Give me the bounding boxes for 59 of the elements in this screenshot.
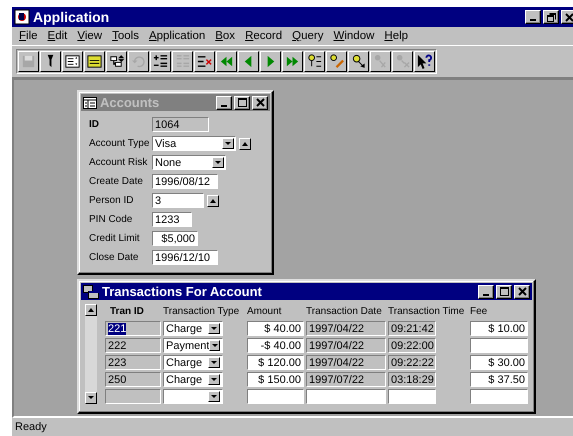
menu-item[interactable]: Edit [42,30,72,42]
dropdown-field[interactable]: None [152,155,226,170]
column-header: Transaction Time [388,305,466,319]
column-header: Tran ID [109,305,145,319]
table-cell[interactable]: -$ 40.00 [247,338,304,353]
field-label: Close Date [89,252,140,263]
field-label: Credit Limit [89,233,141,244]
dropdown-field[interactable]: Charge [163,321,223,336]
table-cell[interactable]: $ 150.00 [247,372,304,387]
menu-item[interactable]: File [14,30,43,42]
field-label: Account Risk [89,157,148,168]
field-label: Create Date [89,176,144,187]
table-cell: 03:18:29 [388,372,436,387]
field-label: PIN Code [89,214,134,225]
menu-item[interactable]: Record [240,30,288,42]
table-cell: 1997/04/22 [306,321,386,336]
dropdown-field[interactable]: Charge [163,372,223,387]
input-field[interactable]: 1996/08/12 [152,174,218,189]
table-cell: 09:22:00 [388,338,436,353]
input-field[interactable]: 3 [152,193,204,208]
field-label: ID [89,119,100,130]
window-title: Transactions For Account [102,284,263,299]
input-field[interactable]: $5,000 [152,231,198,246]
window-title: Application [33,9,110,25]
dropdown-field[interactable]: Charge [163,355,223,370]
column-header: Amount [247,305,282,319]
menu-item[interactable]: Box [210,30,240,42]
table-cell[interactable]: $ 37.50 [470,372,528,387]
menu-item[interactable]: Query [287,30,328,42]
column-header: Fee [470,305,488,319]
table-cell[interactable]: 221 [105,321,161,336]
input-field[interactable]: 1233 [152,212,192,227]
table-cell[interactable]: $ 10.00 [470,321,528,336]
menu-item[interactable]: Window [328,30,380,42]
dropdown-field[interactable]: Visa [152,136,236,151]
menu-item[interactable]: Tools [107,30,144,42]
table-cell: 09:22:22 [388,355,436,370]
table-cell: 1997/07/22 [306,372,386,387]
column-header: Transaction Type [163,305,240,319]
dropdown-field[interactable]: Payment [163,338,223,353]
table-cell: 1997/04/22 [306,355,386,370]
table-cell[interactable]: 222 [105,338,161,353]
table-cell: 09:21:42 [388,321,436,336]
menu-item[interactable]: View [72,30,108,42]
status-text: Ready [15,421,47,433]
field-label: Account Type [89,138,150,149]
id-field: 1064 [152,117,209,132]
window-title: Accounts [100,95,160,110]
table-cell[interactable]: $ 120.00 [247,355,304,370]
menu-item[interactable]: Application [144,30,210,42]
table-cell: 1997/04/22 [306,338,386,353]
column-header: Transaction Date [306,305,383,319]
menu-item[interactable]: Help [379,30,414,42]
field-label: Person ID [89,195,134,206]
table-cell[interactable]: $ 30.00 [470,355,528,370]
table-cell[interactable]: $ 40.00 [247,321,304,336]
input-field[interactable]: 1996/12/10 [152,250,218,265]
table-cell[interactable]: 250 [105,372,161,387]
table-cell[interactable]: 223 [105,355,161,370]
